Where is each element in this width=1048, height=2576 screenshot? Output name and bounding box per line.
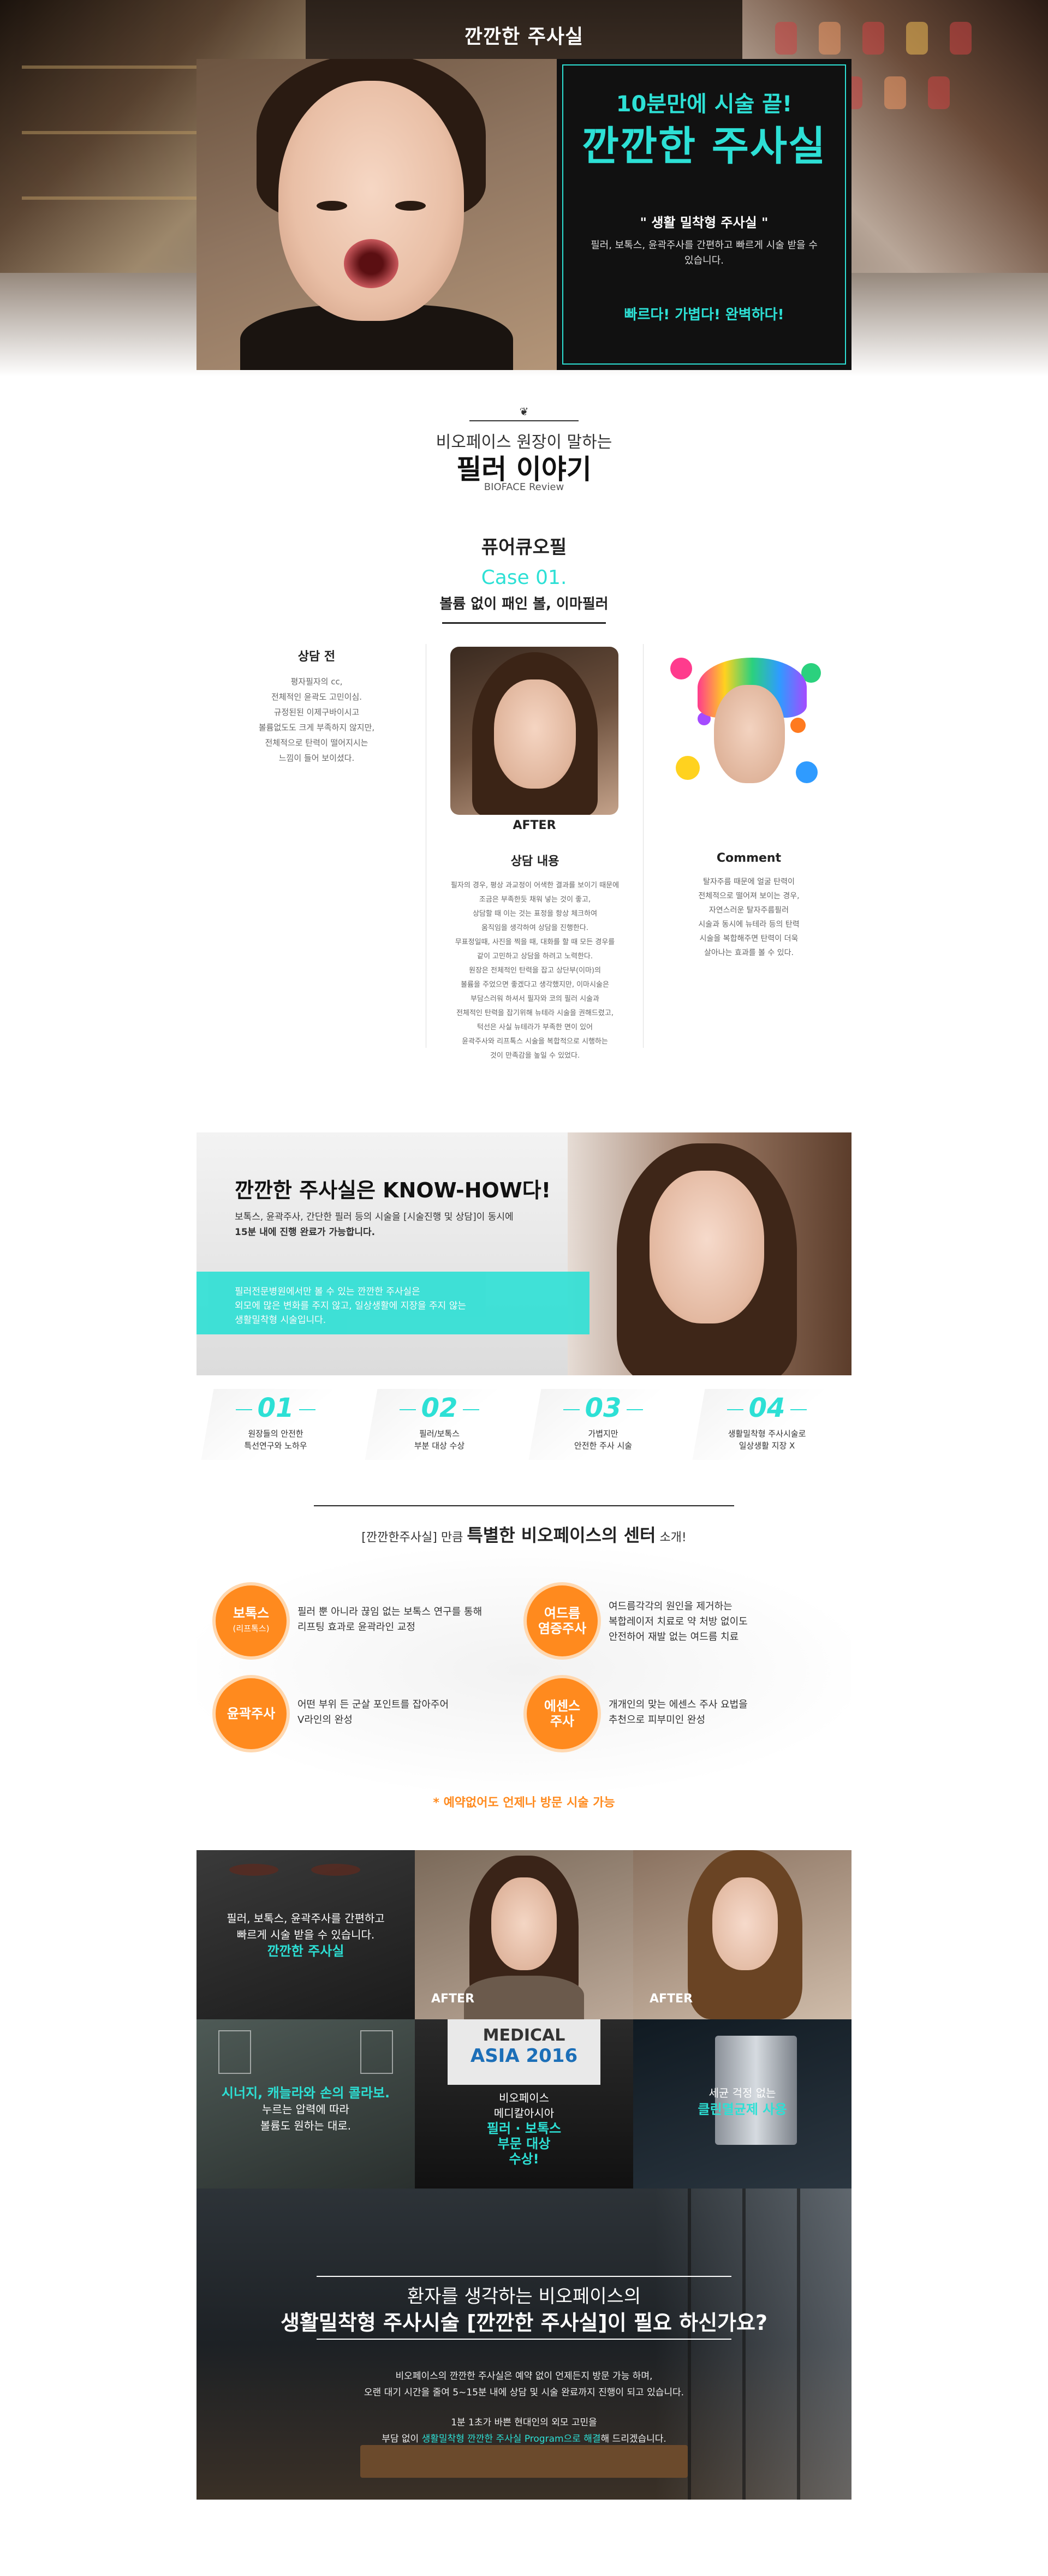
before-text: 평자필자의 cc, 전체적인 윤곽도 고민이심. 규정된된 이제구바이시고 볼륨… — [258, 677, 375, 763]
bottom-text: 오랜 대기 시간을 줄여 5~15분 내에 상담 및 시술 완료까지 진행이 되… — [364, 2387, 684, 2398]
center-acne-circle: 여드름 염증주사 — [527, 1585, 598, 1656]
divider — [317, 2339, 731, 2340]
center-acne-desc: 여드름각각의 원인을 제거하는 복합레이저 치료로 약 처방 없이도 안전하어 재발… — [609, 1601, 748, 1643]
award-banner-text: MEDICAL — [483, 2026, 565, 2045]
hero-headline-large: 깐깐한 주사실 — [581, 123, 827, 170]
step-item: 02 필러/보톡스 부분 대상 수상 — [360, 1386, 519, 1468]
award-banner-year: ASIA 2016 — [470, 2045, 578, 2067]
ornament-icon: ❦ — [519, 405, 529, 418]
consult-text: 필자의 경우, 평상 과교정이 어색한 결과를 보이기 때문에 조금은 부족한듯… — [450, 881, 620, 1060]
center-background — [196, 1550, 851, 1790]
case-description: 볼륨 없이 패인 볼, 이마필러 — [439, 596, 609, 612]
center-essence-desc: 개개인의 맞는 에센스 주사 요법을 추천으로 피부미인 완성 — [609, 1699, 748, 1726]
knowhow-text: 15분 내에 진행 완료가 가능합니다. — [235, 1227, 376, 1238]
feature-steps: 01 원장들의 안전한 특선연구와 노하우 02 필러/보톡스 부분 대상 수상 0… — [196, 1386, 851, 1468]
knowhow-model-photo — [568, 1132, 851, 1375]
gallery-after-photo-1: AFTER — [415, 1850, 633, 2019]
step-item: 03 가볍지만 안전한 주사 시술 — [524, 1386, 682, 1468]
hero-slogan: 빠르다! 가볍다! 완벽하다! — [624, 307, 784, 323]
consult-heading: 상담 내용 — [510, 855, 559, 868]
comment-photo — [665, 647, 833, 815]
gallery-cell-award: MEDICAL ASIA 2016 비오페이스 메디칼아시아 필러 · 보톡스 … — [415, 2019, 633, 2189]
before-column: 상담 전 평자필자의 cc, 전체적인 윤곽도 고민이심. 규정된된 이제구바이… — [235, 647, 398, 766]
comment-text: 탈자주름 때문에 얼굴 탄력이 전체적으로 떨어져 보이는 경우, 자연스러운 … — [698, 878, 800, 957]
center-botox-circle: 보톡스 (리프톡스) — [216, 1585, 287, 1656]
bottom-cta-section: 환자를 생각하는 비오페이스의 생활밀착형 주사시술 [깐깐한 주사실]이 필요… — [196, 2189, 851, 2500]
knowhow-highlight-band: 필러전문병원에서만 볼 수 있는 깐깐한 주사실은 외모에 많은 변화를 주지 … — [196, 1272, 590, 1334]
hero-top-title: 깐깐한 주사실 — [464, 26, 584, 48]
center-essence-circle: 에센스 주사 — [527, 1678, 598, 1749]
center-intro-title: [깐깐한주사실] 만큼 특별한 비오페이스의 센터 소개! — [361, 1525, 687, 1546]
hero-promo-box: 10분만에 시술 끝! 깐깐한 주사실 " 생활 밀착형 주사실 " 필러, 보… — [557, 59, 851, 370]
bottom-title: 환자를 생각하는 비오페이스의 — [407, 2286, 641, 2307]
divider — [314, 1505, 734, 1506]
gallery-grid: 필러, 보톡스, 윤곽주사를 간편하고 빠르게 시술 받을 수 있습니다. 깐깐… — [196, 1850, 851, 2189]
column-divider — [643, 644, 644, 1048]
gallery-cell-cannula: 시너지, 캐늘라와 손의 콜라보. 누르는 압력에 따라 볼륨도 원하는 대로. — [196, 2019, 415, 2189]
step-item: 04 생활밀착형 주사시술로 일상생활 지장 X — [688, 1386, 846, 1468]
bottom-headline: 생활밀착형 주사시술 [깐깐한 주사실]이 필요 하신가요? — [280, 2311, 768, 2335]
product-title: 퓨어큐오필 — [481, 536, 567, 558]
bottom-text: 1분 1초가 바쁜 현대인의 외모 고민을 — [451, 2417, 597, 2428]
divider — [317, 2276, 731, 2277]
hero-description: 필러, 보톡스, 윤곽주사를 간편하고 빠르게 시술 받을 수 있습니다. — [591, 240, 818, 266]
divider — [469, 420, 579, 421]
consult-column: 상담 내용 필자의 경우, 평상 과교정이 어색한 결과를 보이기 때문에 조금… — [431, 851, 639, 1063]
gallery-cell-brow: 필러, 보톡스, 윤곽주사를 간편하고 빠르게 시술 받을 수 있습니다. 깐깐… — [196, 1850, 415, 2019]
after-photo — [450, 647, 618, 815]
review-en-title: BIOFACE Review — [484, 481, 564, 493]
comment-column: Comment 탈자주름 때문에 얼굴 탄력이 전체적으로 떨어져 보이는 경우… — [665, 851, 833, 960]
bottom-text-highlight: 부담 없이 생활밀착형 깐깐한 주사실 Program으로 해결해 드리겠습니다… — [382, 2434, 666, 2444]
center-botox-desc: 필러 뿐 아니라 끊임 없는 보톡스 연구를 통해 리프팅 효과로 윤곽라인 교정 — [297, 1606, 483, 1633]
gallery-cell-sterilizer: 세균 걱정 없는 클린멸균제 사용 — [633, 2019, 851, 2189]
divider — [442, 622, 606, 624]
knowhow-banner: 깐깐한 주사실은 KNOW-HOW다! 보톡스, 윤곽주사, 간단한 필러 등의… — [196, 1132, 851, 1375]
center-contour-desc: 어떤 부위 든 군살 포인트를 잡아주어 V라인의 완성 — [297, 1699, 449, 1726]
case-number: Case 01. — [481, 567, 567, 589]
after-label: AFTER — [513, 819, 556, 832]
hero-section: 깐깐한 주사실 10분만에 시술 끝! 깐깐한 주사실 " 생활 밀착형 주사실… — [0, 0, 1048, 377]
gallery-after-photo-2: AFTER — [633, 1850, 851, 2019]
knowhow-text: 보톡스, 윤곽주사, 간단한 필러 등의 시술을 [시술진행 및 상담]이 동시… — [235, 1212, 514, 1223]
step-item: 01 원장들의 안전한 특선연구와 노하우 — [196, 1386, 355, 1468]
walk-in-notice: * 예약없어도 언제나 방문 시술 가능 — [433, 1796, 615, 1810]
hero-tagline: " 생활 밀착형 주사실 " — [640, 215, 769, 230]
knowhow-title: 깐깐한 주사실은 KNOW-HOW다! — [235, 1178, 551, 1202]
hero-model-photo — [196, 59, 557, 370]
center-contour-circle: 윤곽주사 — [216, 1678, 287, 1749]
comment-heading: Comment — [716, 851, 782, 865]
before-heading: 상담 전 — [297, 650, 336, 664]
bottom-text: 비오페이스의 깐깐한 주사실은 예약 없이 언제든지 방문 가능 하며, — [395, 2371, 653, 2382]
